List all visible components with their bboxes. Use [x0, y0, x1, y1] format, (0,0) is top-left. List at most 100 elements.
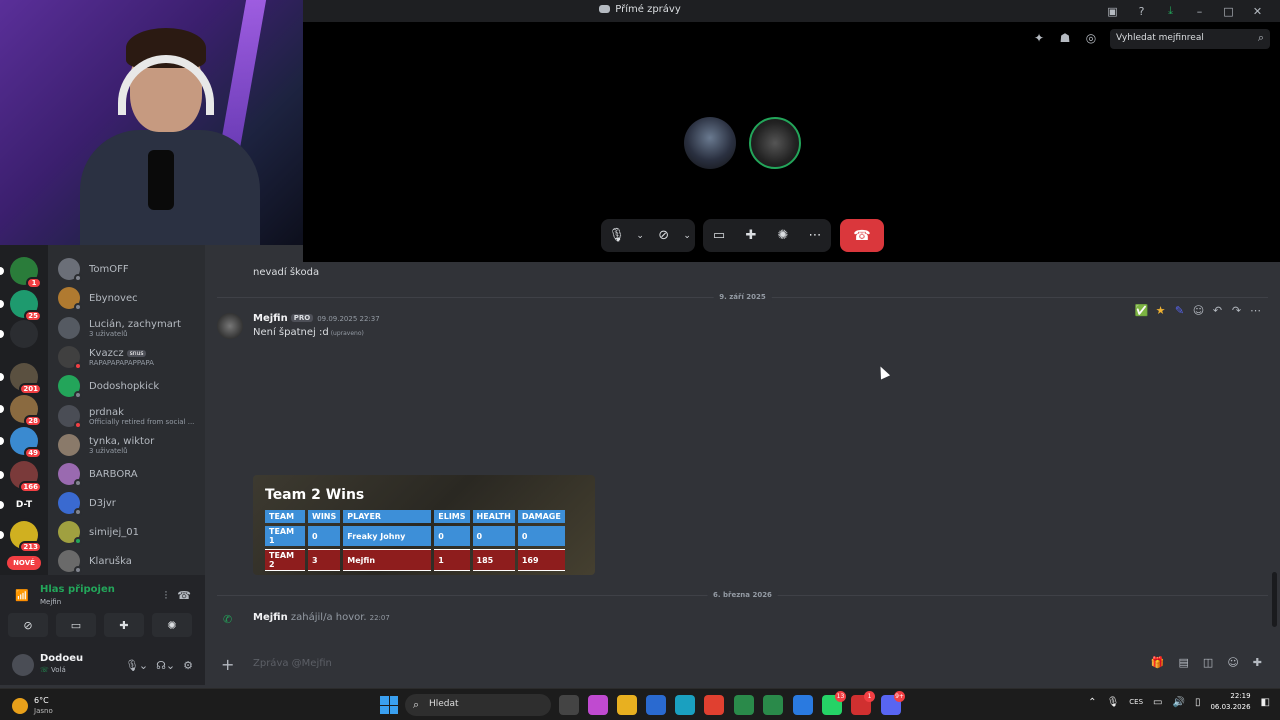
server-icon[interactable]: 201: [0, 363, 42, 395]
scrollbar[interactable]: [1272, 572, 1277, 627]
sticker-icon[interactable]: ◫: [1203, 656, 1213, 669]
battery-icon[interactable]: ▯: [1195, 697, 1201, 708]
server-icon[interactable]: 28: [0, 395, 42, 427]
chevron-up-icon[interactable]: ⌃: [1088, 697, 1096, 708]
notification-badge: 9+: [894, 691, 905, 702]
dm-item[interactable]: prdnak Officially retired from social ...: [58, 402, 205, 430]
camera-off-button[interactable]: ⊘: [8, 613, 48, 637]
taskbar-app-icon[interactable]: [793, 695, 813, 715]
soundboard-icon[interactable]: ✺: [767, 219, 799, 252]
screen-share-icon[interactable]: ▭: [703, 219, 735, 252]
minimize-icon[interactable]: –: [1185, 3, 1214, 19]
dm-item[interactable]: Klaruška: [58, 547, 205, 575]
taskbar-app-icon[interactable]: 9+: [881, 691, 905, 715]
taskbar-app-icon[interactable]: [675, 695, 695, 715]
notification-icon[interactable]: ◧: [1261, 697, 1270, 708]
dm-item[interactable]: D3jvr: [58, 489, 205, 517]
taskbar-app-icon[interactable]: [704, 695, 724, 715]
inbox-icon[interactable]: ◎: [1084, 31, 1098, 45]
server-icon[interactable]: [0, 320, 38, 348]
dm-item[interactable]: Kvazcz snus RAPAPAPAPAPPAPA: [58, 343, 205, 371]
dm-item[interactable]: tynka, wiktor 3 uživatelů: [58, 431, 205, 459]
microphone-icon[interactable]: 🎙⌄: [125, 659, 148, 672]
more-icon[interactable]: ⋯: [1249, 303, 1262, 317]
start-button[interactable]: [380, 696, 398, 714]
search-input[interactable]: Vyhledat mejfinreal ⌕: [1110, 29, 1270, 49]
username[interactable]: Dodoeu: [40, 653, 83, 664]
taskbar-app-icon[interactable]: [763, 695, 783, 715]
network-icon[interactable]: ▭: [1153, 697, 1162, 708]
camera-off-icon[interactable]: ⊘: [648, 219, 679, 252]
activities-icon[interactable]: ✚: [735, 219, 767, 252]
activities-button[interactable]: ✚: [104, 613, 144, 637]
clock[interactable]: 22:19 06.03.2026: [1210, 691, 1250, 713]
server-icon[interactable]: D-T: [0, 491, 38, 519]
attach-icon[interactable]: +: [221, 655, 234, 674]
taskbar-app-icon[interactable]: [559, 695, 579, 715]
checkmark-reaction-icon[interactable]: ✅: [1135, 303, 1149, 317]
server-icon[interactable]: 25: [0, 290, 42, 322]
rocket-reaction-icon[interactable]: ✎: [1173, 303, 1186, 317]
voice-status[interactable]: Hlas připojen: [40, 584, 115, 595]
participant-avatar-speaking[interactable]: [749, 117, 801, 169]
voice-panel: 📶 Hlas připojen Mejfin ⫶ ☎ ⊘ ▭ ✚ ✺ Dodoe…: [0, 575, 205, 685]
voice-channel[interactable]: Mejfin: [40, 598, 61, 606]
avatar[interactable]: [217, 313, 243, 339]
dm-item[interactable]: Dodoshopkick: [58, 372, 205, 400]
apps-icon[interactable]: ✚: [1253, 656, 1262, 669]
help-icon[interactable]: ?: [1127, 3, 1156, 19]
disconnect-icon[interactable]: ☎: [177, 589, 191, 603]
gift-icon[interactable]: 🎁: [1151, 656, 1165, 669]
taskbar-app-icon[interactable]: [734, 695, 754, 715]
add-friend-icon[interactable]: ☗: [1058, 31, 1072, 45]
microphone-icon[interactable]: 🎙: [601, 219, 632, 252]
unread-indicator: [0, 471, 4, 479]
avatar[interactable]: [12, 654, 34, 676]
chevron-down-icon[interactable]: ⌄: [679, 219, 695, 252]
signal-icon[interactable]: 📶: [15, 589, 29, 602]
server-icon[interactable]: 166: [0, 461, 42, 493]
dm-item[interactable]: Ebynovec: [58, 284, 205, 312]
pin-icon[interactable]: ✦: [1032, 31, 1046, 45]
hang-up-button[interactable]: ☎: [840, 219, 884, 252]
download-icon[interactable]: ⤓: [1156, 3, 1185, 19]
microphone-icon[interactable]: 🎙: [1107, 697, 1120, 708]
dm-item[interactable]: Lucián, zachymart 3 uživatelů: [58, 314, 205, 342]
screen-share-button[interactable]: ▭: [56, 613, 96, 637]
taskbar-app-icon[interactable]: [617, 695, 637, 715]
forward-icon[interactable]: ↷: [1230, 303, 1243, 317]
taskbar-app-icon[interactable]: [588, 695, 608, 715]
author-name[interactable]: Mejfin: [253, 313, 288, 324]
scoreboard-image[interactable]: Team 2 Wins TEAM WINS PLAYER ELIMS HEALT…: [253, 475, 595, 575]
taskbar-app-icon[interactable]: 1: [851, 691, 875, 715]
taskbar-search[interactable]: ⌕ Hledat: [405, 694, 551, 716]
server-icon[interactable]: 1: [0, 257, 42, 289]
taskbar-app-icon[interactable]: [646, 695, 666, 715]
server-icon[interactable]: 49: [0, 427, 42, 459]
dm-item[interactable]: simijej_01: [58, 518, 205, 546]
close-icon[interactable]: ✕: [1243, 3, 1272, 19]
noise-suppression-icon[interactable]: ⫶: [165, 589, 168, 603]
maximize-icon[interactable]: □: [1214, 3, 1243, 19]
reply-icon[interactable]: ↶: [1211, 303, 1224, 317]
server-icon[interactable]: 213: [0, 521, 42, 553]
headphones-icon[interactable]: ☊⌄: [156, 659, 175, 672]
gif-icon[interactable]: ▤: [1179, 656, 1189, 669]
dm-item[interactable]: BARBORA: [58, 460, 205, 488]
add-reaction-icon[interactable]: ☺: [1192, 303, 1205, 317]
taskbar-app-icon[interactable]: 13: [822, 691, 846, 715]
more-icon[interactable]: ⋯: [799, 219, 831, 252]
message-input[interactable]: Zpráva @Mejfin: [253, 658, 332, 669]
settings-icon[interactable]: ⚙: [183, 659, 193, 672]
participant-avatar[interactable]: [684, 117, 736, 169]
chevron-down-icon[interactable]: ⌄: [632, 219, 648, 252]
inbox-icon[interactable]: ▣: [1098, 3, 1127, 19]
language-indicator[interactable]: CES: [1129, 698, 1143, 706]
new-badge[interactable]: NOVÉ: [7, 556, 41, 570]
dm-item[interactable]: TomOFF: [58, 255, 205, 283]
soundboard-button[interactable]: ✺: [152, 613, 192, 637]
emoji-icon[interactable]: ☺: [1227, 656, 1238, 669]
star-reaction-icon[interactable]: ★: [1154, 303, 1167, 317]
volume-icon[interactable]: 🔊: [1172, 697, 1184, 708]
webcam-overlay: [0, 0, 303, 245]
